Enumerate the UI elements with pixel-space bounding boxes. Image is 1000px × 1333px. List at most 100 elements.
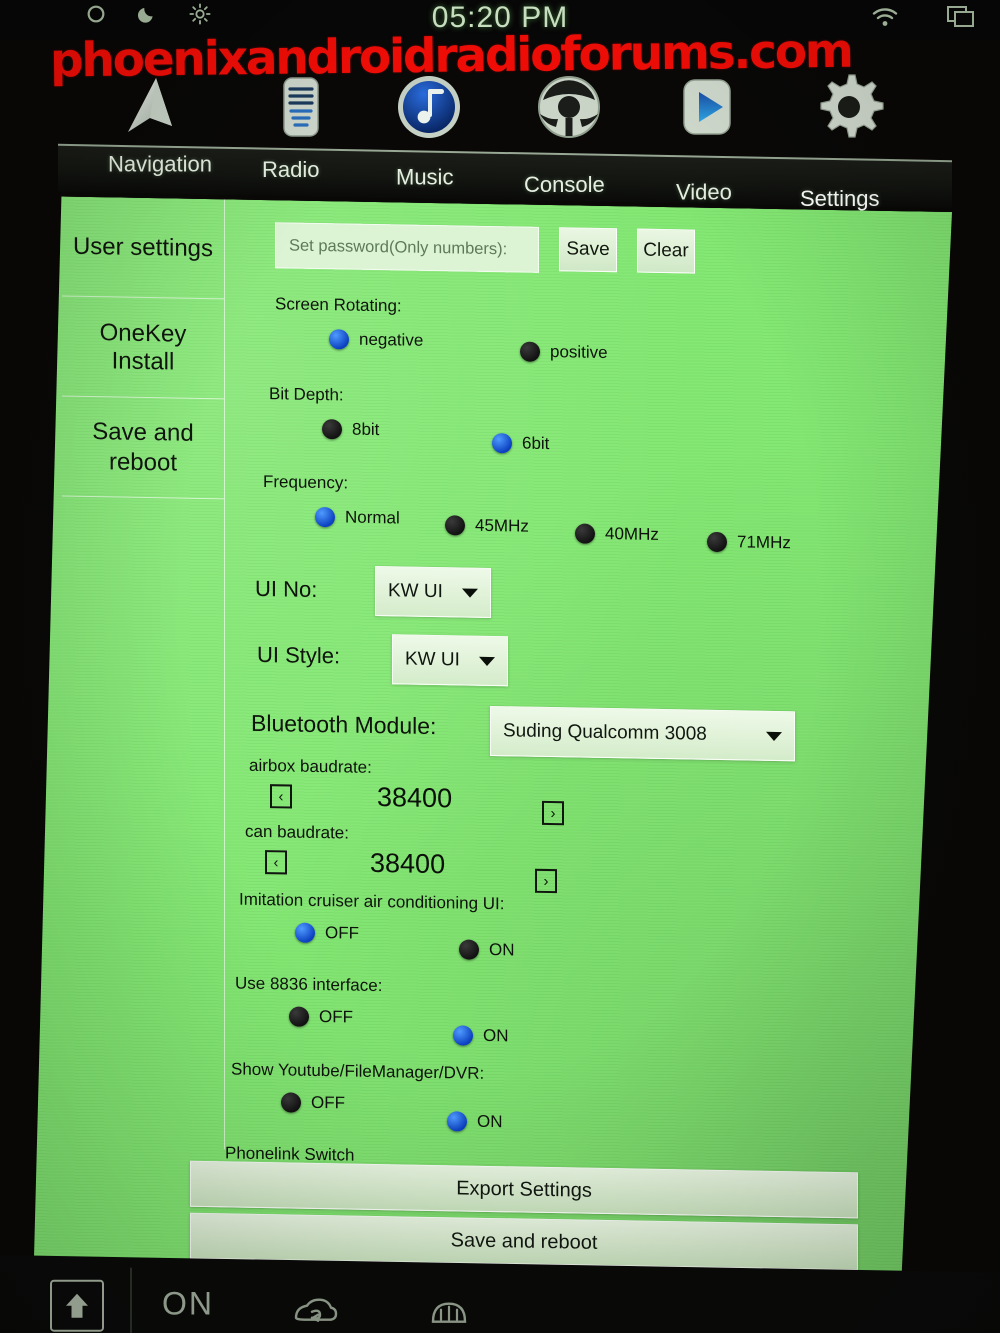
radio-dot bbox=[315, 506, 335, 528]
chevron-down-icon bbox=[766, 731, 782, 741]
use-8836-label: Use 8836 interface: bbox=[235, 973, 383, 996]
sidebar-divider bbox=[224, 199, 225, 1150]
settings-app-icon[interactable] bbox=[810, 68, 888, 146]
sidebar-item-label: OneKey Install bbox=[99, 318, 187, 375]
tab-radio[interactable]: Radio bbox=[262, 157, 319, 183]
ui-style-label: UI Style: bbox=[257, 641, 341, 669]
screen-rotating-negative-option[interactable]: negative bbox=[329, 329, 423, 351]
sidebar-item-label: Save and reboot bbox=[92, 417, 194, 477]
radio-dot bbox=[707, 531, 727, 553]
show-youtube-section: Show Youtube/FileManager/DVR: OFF ON bbox=[231, 1059, 937, 1148]
sidebar-item-save-and-reboot[interactable]: Save and reboot bbox=[62, 396, 224, 500]
screen-rotating-label: Screen Rotating: bbox=[275, 294, 402, 316]
show-youtube-label: Show Youtube/FileManager/DVR: bbox=[231, 1059, 485, 1083]
use-8836-off-option[interactable]: OFF bbox=[289, 1006, 353, 1027]
option-label: 71MHz bbox=[737, 532, 791, 553]
option-label: Normal bbox=[345, 507, 400, 528]
radio-dot bbox=[492, 433, 512, 454]
tab-music[interactable]: Music bbox=[396, 165, 453, 191]
imitation-cruiser-section: Imitation cruiser air conditioning UI: O… bbox=[237, 890, 937, 978]
option-label: negative bbox=[359, 329, 424, 350]
radio-dot bbox=[322, 419, 342, 440]
can-baudrate-value: 38400 bbox=[370, 847, 446, 880]
imitation-cruiser-off-option[interactable]: OFF bbox=[295, 922, 359, 944]
status-bar: 05:20 PM bbox=[0, 0, 1000, 40]
sidebar-item-user-settings[interactable]: User settings bbox=[62, 196, 224, 300]
bit-depth-8bit-option[interactable]: 8bit bbox=[322, 419, 379, 440]
recent-apps-icon[interactable] bbox=[946, 4, 976, 30]
tab-video[interactable]: Video bbox=[676, 180, 732, 206]
bluetooth-module-value: Suding Qualcomm 3008 bbox=[503, 720, 707, 745]
bit-depth-6bit-option[interactable]: 6bit bbox=[492, 433, 549, 454]
sidebar-item-label: User settings bbox=[72, 232, 214, 262]
imitation-cruiser-on-option[interactable]: ON bbox=[459, 939, 515, 960]
option-label: ON bbox=[477, 1111, 503, 1132]
show-youtube-on-option[interactable]: ON bbox=[447, 1111, 503, 1132]
radio-dot bbox=[520, 341, 540, 362]
use-8836-on-option[interactable]: ON bbox=[453, 1025, 509, 1046]
rear-defrost-icon[interactable] bbox=[425, 1294, 473, 1333]
wifi-icon bbox=[870, 4, 900, 30]
option-label: 40MHz bbox=[605, 524, 659, 544]
frequency-71mhz-option[interactable]: 71MHz bbox=[707, 531, 791, 553]
radio-dot bbox=[447, 1111, 467, 1132]
frequency-45mhz-option[interactable]: 45MHz bbox=[445, 515, 529, 536]
status-right-icons bbox=[870, 2, 976, 32]
radio-dot bbox=[459, 939, 479, 960]
chevron-down-icon bbox=[479, 656, 495, 666]
airbox-baudrate-value: 38400 bbox=[377, 782, 453, 814]
can-baudrate-prev-button[interactable]: ‹ bbox=[265, 850, 287, 875]
ui-no-value: KW UI bbox=[388, 580, 443, 603]
radio-dot bbox=[445, 515, 465, 536]
password-row: Save Clear bbox=[237, 218, 937, 288]
ui-no-label: UI No: bbox=[255, 575, 318, 602]
frequency-40mhz-option[interactable]: 40MHz bbox=[575, 523, 659, 544]
bit-depth-section: Bit Depth: 8bit 6bit bbox=[237, 384, 937, 474]
airbox-baudrate-next-button[interactable]: › bbox=[542, 800, 564, 826]
music-app-icon[interactable] bbox=[390, 68, 468, 146]
show-youtube-off-option[interactable]: OFF bbox=[281, 1092, 345, 1113]
recirculate-icon[interactable] bbox=[290, 1294, 338, 1333]
radio-dot bbox=[281, 1092, 301, 1113]
ui-no-row: UI No: KW UI bbox=[237, 564, 937, 632]
bit-depth-label: Bit Depth: bbox=[269, 384, 344, 405]
option-label: ON bbox=[483, 1025, 509, 1046]
frequency-normal-option[interactable]: Normal bbox=[315, 506, 400, 528]
bluetooth-module-dropdown[interactable]: Suding Qualcomm 3008 bbox=[490, 705, 795, 762]
navigation-app-icon[interactable] bbox=[112, 68, 190, 146]
ui-style-dropdown[interactable]: KW UI bbox=[392, 634, 508, 687]
radio-dot bbox=[329, 329, 349, 350]
screen-rotating-section: Screen Rotating: negative positive bbox=[237, 294, 937, 384]
password-input[interactable] bbox=[275, 222, 539, 273]
sidebar-item-onekey-install[interactable]: OneKey Install bbox=[62, 296, 224, 400]
frequency-section: Frequency: Normal 45MHz 40MHz 71MHz bbox=[237, 472, 937, 562]
status-clock: 05:20 PM bbox=[431, 1, 569, 34]
option-label: positive bbox=[550, 342, 608, 363]
frequency-label: Frequency: bbox=[263, 472, 349, 493]
bluetooth-module-label: Bluetooth Module: bbox=[251, 709, 437, 740]
option-label: 45MHz bbox=[475, 515, 529, 536]
radio-dot bbox=[575, 523, 595, 544]
radio-dot bbox=[295, 922, 315, 943]
head-unit-photo: 05:20 PM phoenixandroidradioforums.com N… bbox=[0, 0, 1000, 1333]
option-label: OFF bbox=[311, 1092, 345, 1113]
tab-navigation[interactable]: Navigation bbox=[108, 152, 212, 178]
settings-screen: User settings OneKey Install Save and re… bbox=[32, 196, 952, 1280]
hvac-on-label: ON bbox=[162, 1285, 214, 1322]
save-password-button[interactable]: Save bbox=[559, 227, 617, 273]
hvac-divider bbox=[130, 1267, 132, 1333]
ui-style-value: KW UI bbox=[405, 648, 460, 671]
screen-rotating-positive-option[interactable]: positive bbox=[520, 341, 608, 364]
up-arrow-icon[interactable] bbox=[50, 1279, 104, 1332]
clear-password-button[interactable]: Clear bbox=[637, 228, 695, 274]
ui-no-dropdown[interactable]: KW UI bbox=[375, 565, 491, 619]
tab-console[interactable]: Console bbox=[524, 172, 605, 198]
option-label: OFF bbox=[325, 923, 359, 943]
tab-settings[interactable]: Settings bbox=[800, 186, 880, 212]
console-app-icon[interactable] bbox=[530, 68, 608, 146]
video-app-icon[interactable] bbox=[668, 68, 746, 146]
airbox-baudrate-prev-button[interactable]: ‹ bbox=[270, 784, 292, 809]
radio-app-icon[interactable] bbox=[262, 68, 340, 146]
option-label: OFF bbox=[319, 1007, 353, 1027]
can-baudrate-next-button[interactable]: › bbox=[535, 868, 557, 894]
